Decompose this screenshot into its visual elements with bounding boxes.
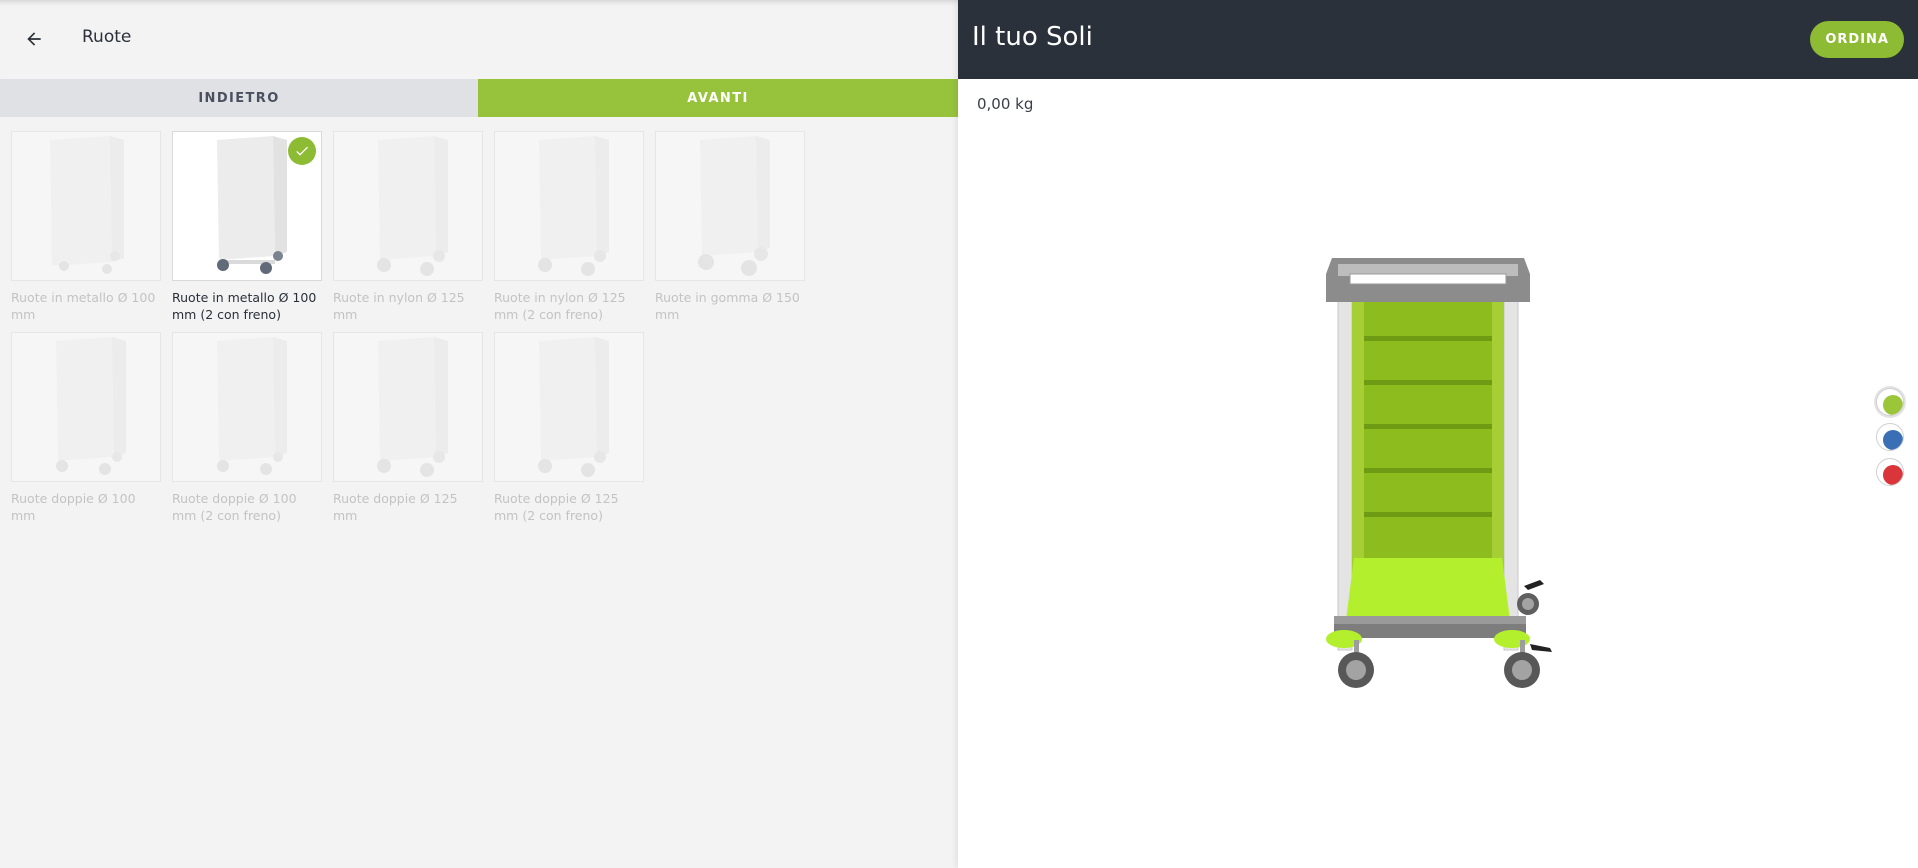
next-button[interactable]: AVANTI bbox=[478, 79, 958, 117]
cart-wheels-icon bbox=[698, 136, 770, 276]
option-thumbnail bbox=[11, 332, 161, 482]
cart-wheels-icon bbox=[377, 337, 448, 477]
option-thumbnail bbox=[172, 131, 322, 281]
option-card[interactable]: Ruote in gomma Ø 150 mm bbox=[655, 131, 805, 323]
option-thumbnail bbox=[172, 332, 322, 482]
option-thumbnail bbox=[11, 131, 161, 281]
step-navigation: INDIETRO AVANTI bbox=[0, 79, 958, 117]
order-button[interactable]: ORDINA bbox=[1810, 21, 1904, 58]
option-label: Ruote in nylon Ø 125 mm bbox=[333, 290, 465, 322]
option-card[interactable]: Ruote in metallo Ø 100 mm bbox=[11, 131, 161, 323]
option-card[interactable]: Ruote doppie Ø 125 mm (2 con freno) bbox=[494, 332, 644, 524]
swatch-blue[interactable] bbox=[1876, 423, 1904, 451]
option-card[interactable]: Ruote doppie Ø 100 mm bbox=[11, 332, 161, 524]
option-label: Ruote doppie Ø 125 mm (2 con freno) bbox=[494, 491, 619, 523]
preview-title: Il tuo Soli bbox=[972, 22, 1093, 52]
option-label: Ruote doppie Ø 100 mm (2 con freno) bbox=[172, 491, 297, 523]
option-thumbnail bbox=[494, 332, 644, 482]
configurator-panel: Ruote INDIETRO AVANTI Ruote in metallo Ø… bbox=[0, 0, 958, 868]
option-thumbnail bbox=[333, 332, 483, 482]
cart-wheels-icon bbox=[538, 136, 609, 276]
cart-wheels-icon bbox=[217, 337, 287, 475]
checkmark-icon bbox=[288, 137, 316, 165]
option-label: Ruote in metallo Ø 100 mm bbox=[11, 290, 156, 322]
color-swatches bbox=[1876, 388, 1906, 493]
option-card[interactable]: Ruote in nylon Ø 125 mm (2 con freno) bbox=[494, 131, 644, 323]
cart-wheels-icon bbox=[538, 337, 609, 477]
preview-header: Il tuo Soli ORDINA bbox=[958, 0, 1918, 79]
option-label: Ruote doppie Ø 125 mm bbox=[333, 491, 458, 523]
swatch-green[interactable] bbox=[1876, 388, 1904, 416]
back-button[interactable] bbox=[14, 22, 54, 56]
option-thumbnail bbox=[494, 131, 644, 281]
option-card[interactable]: Ruote in nylon Ø 125 mm bbox=[333, 131, 483, 323]
preview-panel: Il tuo Soli ORDINA 0,00 kg bbox=[958, 0, 1918, 868]
option-label: Ruote in gomma Ø 150 mm bbox=[655, 290, 800, 322]
option-card[interactable]: Ruote doppie Ø 125 mm bbox=[333, 332, 483, 524]
option-label: Ruote doppie Ø 100 mm bbox=[11, 491, 136, 523]
cart-3d-preview[interactable] bbox=[1324, 252, 1564, 696]
previous-button[interactable]: INDIETRO bbox=[0, 79, 478, 117]
option-thumbnail bbox=[333, 131, 483, 281]
panel-header: Ruote bbox=[0, 0, 958, 79]
cart-wheels-icon bbox=[50, 136, 124, 274]
weight-readout: 0,00 kg bbox=[977, 95, 1034, 113]
cart-wheels-icon bbox=[56, 337, 126, 475]
swatch-red[interactable] bbox=[1876, 458, 1904, 486]
cart-wheels-icon bbox=[377, 136, 448, 276]
arrow-left-icon bbox=[27, 32, 41, 46]
option-label: Ruote in nylon Ø 125 mm (2 con freno) bbox=[494, 290, 626, 322]
step-title: Ruote bbox=[82, 27, 132, 47]
option-thumbnail bbox=[655, 131, 805, 281]
option-label: Ruote in metallo Ø 100 mm (2 con freno) bbox=[172, 290, 317, 322]
option-card-selected[interactable]: Ruote in metallo Ø 100 mm (2 con freno) bbox=[172, 131, 322, 323]
option-card[interactable]: Ruote doppie Ø 100 mm (2 con freno) bbox=[172, 332, 322, 524]
app-root: Ruote INDIETRO AVANTI Ruote in metallo Ø… bbox=[0, 0, 1918, 868]
